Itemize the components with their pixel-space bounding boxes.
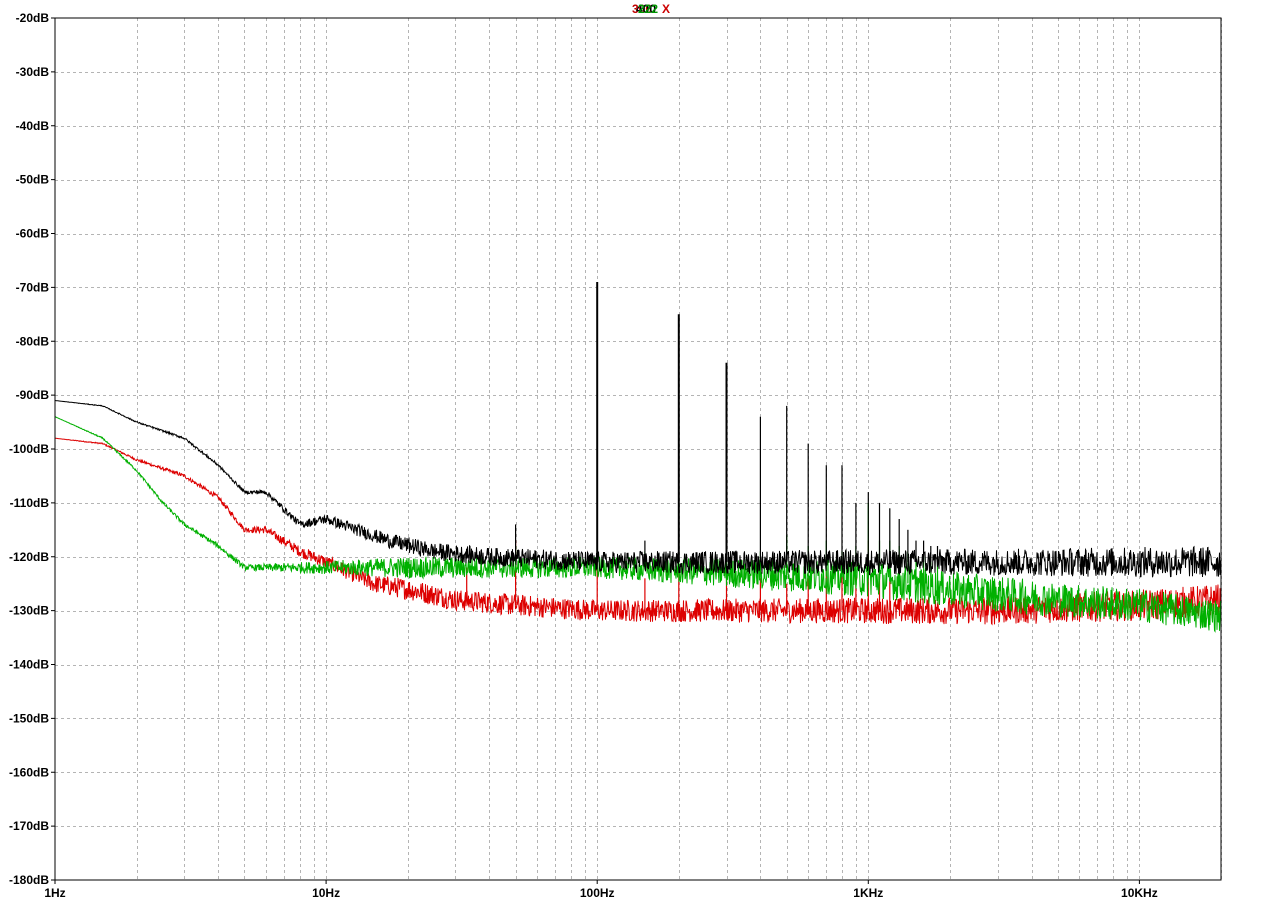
grid: [55, 18, 1222, 880]
trace-header: 300 400 222 X: [632, 2, 670, 16]
traces: [54, 282, 1222, 633]
y-tick-label: -40dB: [16, 119, 50, 133]
series-noise-line: [54, 400, 1222, 578]
x-tick-label: 1Hz: [44, 886, 65, 900]
fft-spectrum-plot: 300 400 222 X -20dB-30dB-40dB-50dB-60dB-…: [9, 2, 1222, 900]
y-tick-label: -130dB: [9, 604, 49, 618]
y-tick-label: -90dB: [16, 388, 50, 402]
y-tick-label: -50dB: [16, 173, 50, 187]
y-tick-label: -160dB: [9, 765, 49, 779]
y-axis: -20dB -30dB -40dB -50dB -60dB -70dB -80dB -90dB…: [9, 11, 55, 887]
series-trace: [54, 437, 1222, 626]
series-noise-line: [54, 416, 1222, 633]
series-trace: [54, 416, 1222, 633]
y-tick-label: -120dB: [9, 550, 49, 564]
y-tick-label: -100dB: [9, 442, 49, 456]
series-trace: [54, 282, 1222, 578]
y-tick-label: -180dB: [9, 873, 49, 887]
x-tick-label: 1KHz: [853, 886, 883, 900]
series-noise-line: [54, 437, 1222, 626]
y-tick-label: -80dB: [16, 334, 50, 348]
y-tick-label: -30dB: [16, 65, 50, 79]
y-tick-label: -110dB: [10, 496, 50, 510]
y-tick-label: -70dB: [16, 280, 50, 294]
x-tick-label: 10KHz: [1121, 886, 1158, 900]
y-tick-label: -20dB: [16, 11, 50, 25]
y-tick-label: -150dB: [9, 711, 49, 725]
x-tick-label: 10Hz: [312, 886, 340, 900]
x-tick-label: 100Hz: [580, 886, 615, 900]
y-tick-label: -170dB: [9, 819, 49, 833]
trace-label-x: X: [662, 2, 670, 16]
x-axis: 1Hz 10Hz 100Hz 1KHz 10KHz: [44, 880, 1158, 900]
trace-label-222: 222: [638, 2, 658, 16]
y-tick-label: -60dB: [16, 227, 50, 241]
y-tick-label: -140dB: [9, 658, 49, 672]
